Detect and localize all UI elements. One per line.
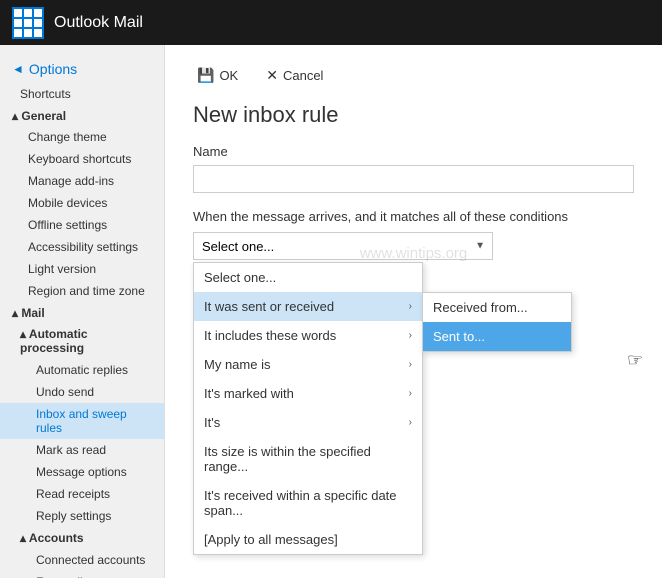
submenu-item-sent-to[interactable]: Sent to... — [423, 322, 571, 351]
chevron-right-icon: › — [409, 388, 412, 399]
toolbar: 💾 OK ✕ Cancel — [193, 65, 634, 86]
sidebar-item-inbox-rules[interactable]: Inbox and sweep rules — [0, 403, 164, 439]
cancel-button[interactable]: ✕ Cancel — [262, 65, 327, 86]
dropdown-item-label: It includes these words — [204, 328, 336, 343]
sidebar-options[interactable]: ◄ Options — [0, 55, 164, 83]
sidebar-item-reply-settings[interactable]: Reply settings — [0, 505, 164, 527]
sidebar-group-mail: ▴ Mail — [0, 302, 164, 323]
ok-label: OK — [219, 68, 238, 83]
dropdown-item-its[interactable]: It's › — [194, 408, 422, 437]
main-content: 💾 OK ✕ Cancel New inbox rule Name When t… — [165, 45, 662, 578]
sidebar-item-light-version[interactable]: Light version — [0, 258, 164, 280]
options-arrow-icon: ◄ — [12, 62, 24, 76]
dropdown-item-label: It's — [204, 415, 220, 430]
name-field-label: Name — [193, 144, 634, 159]
dropdown-item-label: It's marked with — [204, 386, 294, 401]
dropdown-item-date-span[interactable]: It's received within a specific date spa… — [194, 481, 422, 525]
sidebar-item-accessibility[interactable]: Accessibility settings — [0, 236, 164, 258]
ok-button[interactable]: 💾 OK — [193, 65, 242, 86]
sidebar-item-shortcuts[interactable]: Shortcuts — [0, 83, 164, 105]
sidebar-group-general: ▴ General — [0, 105, 164, 126]
grid-dots — [14, 9, 42, 37]
dropdown-item-includes-words[interactable]: It includes these words › — [194, 321, 422, 350]
dropdown-item-select-one[interactable]: Select one... — [194, 263, 422, 292]
submenu-item-label: Sent to... — [433, 329, 485, 344]
dropdown-item-my-name[interactable]: My name is › — [194, 350, 422, 379]
sidebar-item-label: Shortcuts — [20, 87, 71, 101]
condition-text: When the message arrives, and it matches… — [193, 209, 634, 224]
submenu-item-label: Received from... — [433, 300, 528, 315]
cursor-pointer: ☞ — [627, 350, 643, 371]
sidebar-item-mark-read[interactable]: Mark as read — [0, 439, 164, 461]
sidebar: ◄ Options Shortcuts ▴ General Change the… — [0, 45, 165, 578]
dropdown-item-label: Select one... — [204, 270, 276, 285]
save-icon: 💾 — [197, 67, 214, 84]
dropdown-item-label: Its size is within the specified range..… — [204, 444, 412, 474]
dropdown-item-apply-all[interactable]: [Apply to all messages] — [194, 525, 422, 554]
dropdown-item-marked-with[interactable]: It's marked with › — [194, 379, 422, 408]
layout: ◄ Options Shortcuts ▴ General Change the… — [0, 45, 662, 578]
sidebar-item-read-receipts[interactable]: Read receipts — [0, 483, 164, 505]
chevron-right-icon: › — [409, 359, 412, 370]
topbar: Outlook Mail — [0, 0, 662, 45]
app-grid-icon[interactable] — [12, 7, 44, 39]
sidebar-item-accounts[interactable]: ▴ Accounts — [0, 527, 164, 549]
dropdown-menu: Select one... It was sent or received › … — [193, 262, 423, 555]
submenu: Received from... Sent to... — [422, 292, 572, 352]
submenu-item-received-from[interactable]: Received from... — [423, 293, 571, 322]
sidebar-item-auto-processing[interactable]: ▴ Automatic processing — [0, 323, 164, 359]
sidebar-item-undo-send[interactable]: Undo send — [0, 381, 164, 403]
dropdown-item-label: It's received within a specific date spa… — [204, 488, 412, 518]
sidebar-item-change-theme[interactable]: Change theme — [0, 126, 164, 148]
chevron-right-icon: › — [409, 417, 412, 428]
chevron-right-icon: › — [409, 330, 412, 341]
sidebar-item-auto-replies[interactable]: Automatic replies — [0, 359, 164, 381]
dropdown-item-sent-received[interactable]: It was sent or received › — [194, 292, 422, 321]
cancel-label: Cancel — [283, 68, 323, 83]
sidebar-item-message-options[interactable]: Message options — [0, 461, 164, 483]
sidebar-item-offline-settings[interactable]: Offline settings — [0, 214, 164, 236]
options-label: Options — [29, 61, 77, 77]
condition-dropdown-wrapper: Select one... ▼ Select one... It was sen… — [193, 232, 493, 260]
cancel-icon: ✕ — [266, 67, 278, 84]
name-input[interactable] — [193, 165, 634, 193]
sidebar-item-region[interactable]: Region and time zone — [0, 280, 164, 302]
condition-dropdown[interactable]: Select one... — [193, 232, 493, 260]
mail-group-label: ▴ Mail — [12, 306, 45, 320]
group-label: ▴ General — [12, 109, 66, 123]
sidebar-item-connected-accounts[interactable]: Connected accounts — [0, 549, 164, 571]
page-title: New inbox rule — [193, 102, 634, 128]
app-title: Outlook Mail — [54, 14, 143, 32]
sidebar-item-manage-addins[interactable]: Manage add-ins — [0, 170, 164, 192]
sidebar-item-mobile-devices[interactable]: Mobile devices — [0, 192, 164, 214]
chevron-right-icon: › — [409, 301, 412, 312]
dropdown-item-label: My name is — [204, 357, 270, 372]
sidebar-item-forwarding[interactable]: Forwarding — [0, 571, 164, 578]
dropdown-item-label: It was sent or received — [204, 299, 334, 314]
dropdown-item-size-range[interactable]: Its size is within the specified range..… — [194, 437, 422, 481]
sidebar-item-keyboard-shortcuts[interactable]: Keyboard shortcuts — [0, 148, 164, 170]
dropdown-item-label: [Apply to all messages] — [204, 532, 338, 547]
